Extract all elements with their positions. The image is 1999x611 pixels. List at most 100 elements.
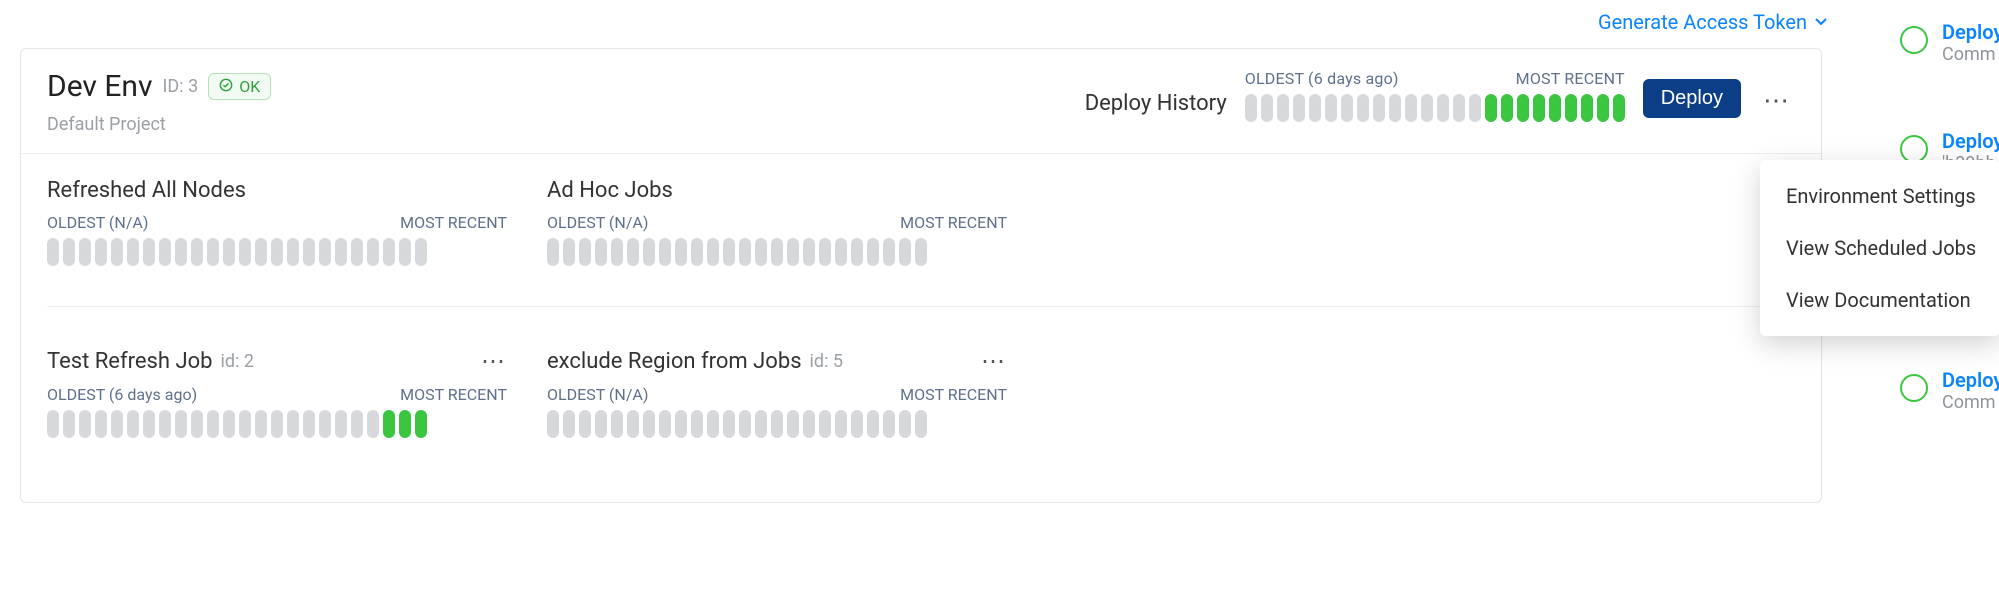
deploy-history-pill[interactable]: [1469, 94, 1481, 122]
job-history-pill[interactable]: [659, 238, 671, 266]
deploy-history-pill[interactable]: [1405, 94, 1417, 122]
job-history-pill[interactable]: [415, 410, 427, 438]
job-history-pill[interactable]: [143, 238, 155, 266]
job-history-pill[interactable]: [127, 238, 139, 266]
job-history-pill[interactable]: [271, 410, 283, 438]
job-history-pill[interactable]: [835, 410, 847, 438]
job-history-pill[interactable]: [579, 238, 591, 266]
job-history-pill[interactable]: [851, 410, 863, 438]
job-history-pill[interactable]: [675, 238, 687, 266]
job-history-pill[interactable]: [563, 238, 575, 266]
job-history-pill[interactable]: [803, 410, 815, 438]
job-history-pill[interactable]: [143, 410, 155, 438]
deploy-history-pill[interactable]: [1421, 94, 1433, 122]
job-history-pill[interactable]: [223, 410, 235, 438]
job-history-pill[interactable]: [175, 238, 187, 266]
job-history-pill[interactable]: [771, 410, 783, 438]
generate-access-token-link[interactable]: Generate Access Token: [1598, 10, 1829, 34]
deploy-history-pill[interactable]: [1533, 94, 1545, 122]
job-history-pill[interactable]: [95, 410, 107, 438]
menu-item[interactable]: View Scheduled Jobs: [1760, 222, 1999, 274]
job-history-pill[interactable]: [303, 410, 315, 438]
job-history-pill[interactable]: [207, 238, 219, 266]
job-history-pill[interactable]: [707, 238, 719, 266]
job-history-pill[interactable]: [111, 410, 123, 438]
deploy-history-pill[interactable]: [1373, 94, 1385, 122]
job-history-pill[interactable]: [399, 410, 411, 438]
deploy-history-pill[interactable]: [1341, 94, 1353, 122]
activity-link[interactable]: Deploy: [1942, 20, 1999, 44]
job-history-pill[interactable]: [787, 238, 799, 266]
job-history-pill[interactable]: [915, 410, 927, 438]
job-history-pill[interactable]: [287, 410, 299, 438]
job-history-pill[interactable]: [659, 410, 671, 438]
deploy-history-pill[interactable]: [1293, 94, 1305, 122]
job-history-pill[interactable]: [287, 238, 299, 266]
deploy-history-pill[interactable]: [1325, 94, 1337, 122]
deploy-history-pill[interactable]: [1437, 94, 1449, 122]
deploy-history-pill[interactable]: [1549, 94, 1561, 122]
deploy-history-pill[interactable]: [1581, 94, 1593, 122]
job-history-pill[interactable]: [367, 238, 379, 266]
deploy-history-pill[interactable]: [1597, 94, 1609, 122]
job-history-pill[interactable]: [79, 410, 91, 438]
job-history-pill[interactable]: [883, 238, 895, 266]
job-history-pill[interactable]: [63, 410, 75, 438]
job-history-pill[interactable]: [739, 238, 751, 266]
job-history-pill[interactable]: [47, 410, 59, 438]
job-history-pill[interactable]: [319, 238, 331, 266]
job-history-pill[interactable]: [207, 410, 219, 438]
deploy-history-pill[interactable]: [1485, 94, 1497, 122]
job-history-pill[interactable]: [95, 238, 107, 266]
deploy-history-pill[interactable]: [1517, 94, 1529, 122]
job-history-pill[interactable]: [367, 410, 379, 438]
deploy-history-pill[interactable]: [1309, 94, 1321, 122]
job-history-pill[interactable]: [351, 238, 363, 266]
job-history-pill[interactable]: [127, 410, 139, 438]
deploy-history-pill[interactable]: [1357, 94, 1369, 122]
job-history-pill[interactable]: [563, 410, 575, 438]
menu-item[interactable]: View Documentation: [1760, 274, 1999, 326]
job-history-pill[interactable]: [835, 238, 847, 266]
deploy-history-pill[interactable]: [1453, 94, 1465, 122]
job-history-pill[interactable]: [627, 238, 639, 266]
job-history-pill[interactable]: [883, 410, 895, 438]
job-history-pill[interactable]: [351, 410, 363, 438]
job-history-pill[interactable]: [335, 238, 347, 266]
job-history-pill[interactable]: [627, 410, 639, 438]
job-history-pill[interactable]: [175, 410, 187, 438]
job-history-pill[interactable]: [319, 410, 331, 438]
job-history-pill[interactable]: [79, 238, 91, 266]
job-history-pill[interactable]: [771, 238, 783, 266]
job-history-pill[interactable]: [851, 238, 863, 266]
deploy-history-pill[interactable]: [1277, 94, 1289, 122]
job-more-button[interactable]: ⋯: [981, 347, 1007, 375]
job-history-pill[interactable]: [867, 238, 879, 266]
job-history-pill[interactable]: [691, 238, 703, 266]
job-history-pill[interactable]: [47, 238, 59, 266]
job-history-pill[interactable]: [303, 238, 315, 266]
job-history-pill[interactable]: [723, 238, 735, 266]
deploy-history-pill[interactable]: [1389, 94, 1401, 122]
job-history-pill[interactable]: [803, 238, 815, 266]
job-history-pill[interactable]: [239, 238, 251, 266]
job-history-pill[interactable]: [159, 238, 171, 266]
job-history-pill[interactable]: [675, 410, 687, 438]
job-history-pill[interactable]: [707, 410, 719, 438]
menu-item[interactable]: Environment Settings: [1760, 170, 1999, 222]
job-history-pill[interactable]: [899, 238, 911, 266]
job-history-pill[interactable]: [191, 238, 203, 266]
job-history-pill[interactable]: [159, 410, 171, 438]
deploy-history-pill[interactable]: [1261, 94, 1273, 122]
activity-link[interactable]: Deploy: [1942, 129, 1999, 153]
job-history-pill[interactable]: [691, 410, 703, 438]
job-history-pill[interactable]: [111, 238, 123, 266]
job-history-pill[interactable]: [415, 238, 427, 266]
environment-more-button[interactable]: ⋯: [1759, 86, 1795, 116]
job-history-pill[interactable]: [643, 410, 655, 438]
job-history-pill[interactable]: [819, 410, 831, 438]
job-history-pill[interactable]: [255, 238, 267, 266]
job-history-pill[interactable]: [867, 410, 879, 438]
job-history-pill[interactable]: [399, 238, 411, 266]
job-history-pill[interactable]: [819, 238, 831, 266]
